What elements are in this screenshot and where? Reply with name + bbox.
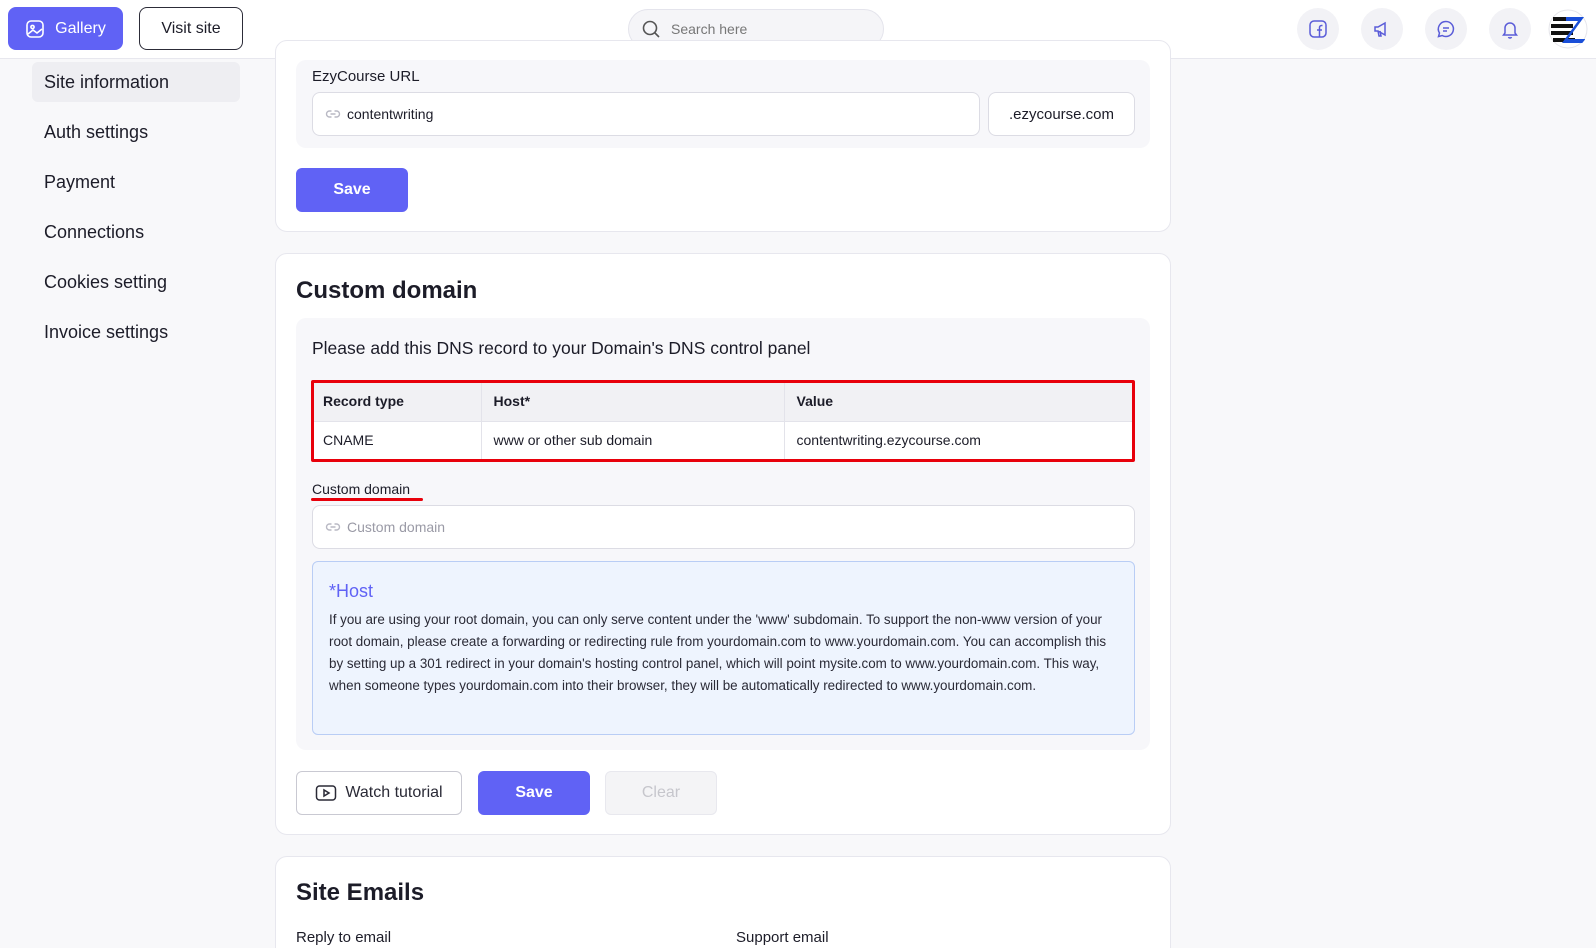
- url-input[interactable]: [347, 106, 936, 122]
- sidebar-item-payment[interactable]: Payment: [32, 162, 240, 202]
- link-icon: [325, 523, 341, 531]
- custom-domain-label: Custom domain: [312, 481, 411, 497]
- host-info-box: *Host If you are using your root domain,…: [312, 561, 1135, 735]
- url-suffix: .ezycourse.com: [988, 92, 1135, 136]
- chat-icon: [1437, 20, 1455, 38]
- column-header-record-type: Record type: [311, 381, 482, 422]
- save-label: Save: [515, 784, 553, 801]
- host-cell: www or other sub domain: [481, 421, 785, 459]
- sidebar-item-label: Cookies setting: [44, 271, 168, 292]
- facebook-button[interactable]: [1297, 8, 1339, 50]
- save-label: Save: [333, 181, 371, 198]
- reply-email-label: Reply to email: [296, 929, 392, 946]
- record-type-cell: CNAME: [311, 421, 482, 459]
- table-row: CNAME www or other sub domain contentwri…: [311, 421, 1133, 459]
- sidebar-item-site-information[interactable]: Site information: [32, 62, 240, 102]
- value-cell: contentwriting.ezycourse.com: [796, 432, 981, 449]
- site-emails-title: Site Emails: [296, 879, 425, 906]
- custom-domain-input[interactable]: [347, 519, 1076, 535]
- watch-tutorial-button[interactable]: Watch tutorial: [296, 771, 462, 815]
- facebook-icon: [1309, 20, 1327, 38]
- video-play-icon: [316, 785, 337, 801]
- sidebar-item-connections[interactable]: Connections: [32, 212, 240, 252]
- save-button[interactable]: Save: [296, 168, 408, 212]
- highlight-underline: [311, 498, 423, 501]
- ezycourse-logo-icon: [1548, 9, 1588, 49]
- visit-site-button[interactable]: Visit site: [139, 7, 243, 50]
- host-info-title: *Host: [329, 581, 374, 601]
- dns-record-table: Record type Host* Value CNAME www or oth…: [311, 381, 1133, 459]
- custom-domain-title: Custom domain: [296, 277, 478, 304]
- visit-site-label: Visit site: [161, 19, 221, 37]
- megaphone-icon: [1374, 21, 1386, 37]
- avatar[interactable]: [1548, 9, 1588, 49]
- announcement-button[interactable]: [1361, 8, 1403, 50]
- save-custom-domain-button[interactable]: Save: [478, 771, 590, 815]
- table-header-row: Record type Host* Value: [311, 381, 1133, 422]
- sidebar-item-label: Connections: [44, 221, 145, 242]
- sidebar-item-label: Payment: [44, 171, 116, 192]
- support-email-label: Support email: [736, 929, 829, 946]
- clear-label: Clear: [641, 784, 681, 801]
- clear-button: Clear: [605, 771, 717, 815]
- custom-domain-field[interactable]: [312, 505, 1135, 549]
- gallery-label: Gallery: [55, 19, 106, 37]
- host-info-text: If you are using your root domain, you c…: [329, 612, 1107, 693]
- gallery-button[interactable]: Gallery: [8, 7, 123, 50]
- sidebar-item-invoice-settings[interactable]: Invoice settings: [32, 312, 240, 352]
- sidebar-item-auth-settings[interactable]: Auth settings: [32, 112, 240, 152]
- sidebar-item-label: Invoice settings: [44, 321, 169, 342]
- notifications-button[interactable]: [1489, 8, 1531, 50]
- column-header-host: Host*: [481, 381, 785, 422]
- search-icon: [642, 20, 660, 38]
- column-header-value: Value: [784, 381, 1133, 422]
- url-field[interactable]: [312, 92, 980, 136]
- sidebar-item-label: Auth settings: [44, 121, 149, 142]
- chat-button[interactable]: [1425, 8, 1467, 50]
- url-label: EzyCourse URL: [312, 68, 420, 85]
- bell-icon: [1502, 22, 1518, 39]
- gallery-icon: [26, 19, 44, 38]
- search-input[interactable]: [671, 21, 861, 37]
- sidebar-item-label: Site information: [44, 71, 170, 92]
- dns-instruction: Please add this DNS record to your Domai…: [312, 338, 811, 358]
- sidebar-item-cookies-setting[interactable]: Cookies setting: [32, 262, 240, 302]
- link-icon: [325, 110, 341, 118]
- watch-tutorial-label: Watch tutorial: [345, 784, 443, 801]
